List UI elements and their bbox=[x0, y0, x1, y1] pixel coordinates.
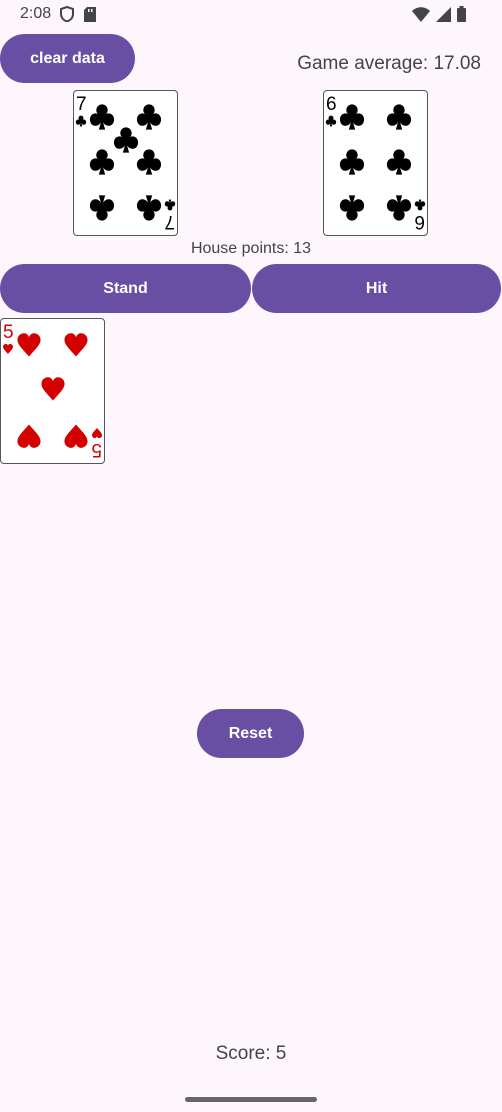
game-average-label: Game average: 17.08 bbox=[297, 53, 481, 74]
clubs-pip-icon bbox=[75, 115, 87, 127]
hearts-pip-icon bbox=[3, 343, 13, 354]
clear-data-button[interactable]: clear data bbox=[0, 34, 135, 83]
reset-button[interactable]: Reset bbox=[197, 709, 304, 758]
hearts-pip-icon bbox=[17, 424, 41, 448]
hearts-pip-icon bbox=[64, 424, 88, 448]
card-rank-bottom: 5 bbox=[91, 439, 102, 460]
clubs-pip-icon bbox=[386, 149, 412, 175]
hearts-pip-icon bbox=[17, 333, 41, 357]
hearts-pip-icon bbox=[41, 377, 65, 401]
status-bar: 2:08 bbox=[0, 0, 502, 30]
sd-card-icon bbox=[84, 6, 96, 27]
house-card-six-of-clubs: 66 bbox=[323, 90, 428, 236]
clubs-pip-icon bbox=[325, 115, 337, 127]
stand-button[interactable]: Stand bbox=[0, 264, 251, 313]
clubs-pip-icon bbox=[113, 127, 139, 153]
clubs-pip-icon bbox=[339, 195, 365, 221]
clubs-pip-icon bbox=[386, 104, 412, 130]
clubs-pip-icon bbox=[89, 104, 115, 130]
status-time: 2:08 bbox=[20, 5, 52, 22]
shield-icon bbox=[60, 5, 74, 27]
card-rank-top: 7 bbox=[76, 94, 87, 115]
clubs-pip-icon bbox=[164, 199, 176, 211]
house-points-label: House points: 13 bbox=[190, 240, 312, 257]
player-card-five-of-hearts: 55 bbox=[0, 318, 105, 464]
home-indicator bbox=[185, 1097, 317, 1102]
clubs-pip-icon bbox=[89, 149, 115, 175]
clubs-pip-icon bbox=[386, 195, 412, 221]
wifi-icon bbox=[412, 6, 430, 27]
clubs-pip-icon bbox=[89, 195, 115, 221]
card-rank-top: 6 bbox=[326, 94, 337, 115]
clubs-pip-icon bbox=[414, 199, 426, 211]
card-rank-top: 5 bbox=[3, 322, 14, 343]
hearts-pip-icon bbox=[92, 428, 102, 439]
signal-icon bbox=[436, 6, 451, 27]
score-label: Score: 5 bbox=[215, 1043, 287, 1064]
clubs-pip-icon bbox=[339, 104, 365, 130]
card-rank-bottom: 7 bbox=[164, 211, 175, 232]
clubs-pip-icon bbox=[136, 149, 162, 175]
clubs-pip-icon bbox=[136, 195, 162, 221]
clubs-pip-icon bbox=[339, 149, 365, 175]
house-card-seven-of-clubs: 77 bbox=[73, 90, 178, 236]
clubs-pip-icon bbox=[136, 104, 162, 130]
hearts-pip-icon bbox=[64, 333, 88, 357]
hit-button[interactable]: Hit bbox=[252, 264, 501, 313]
card-rank-bottom: 6 bbox=[414, 211, 425, 232]
battery-icon bbox=[457, 6, 466, 27]
